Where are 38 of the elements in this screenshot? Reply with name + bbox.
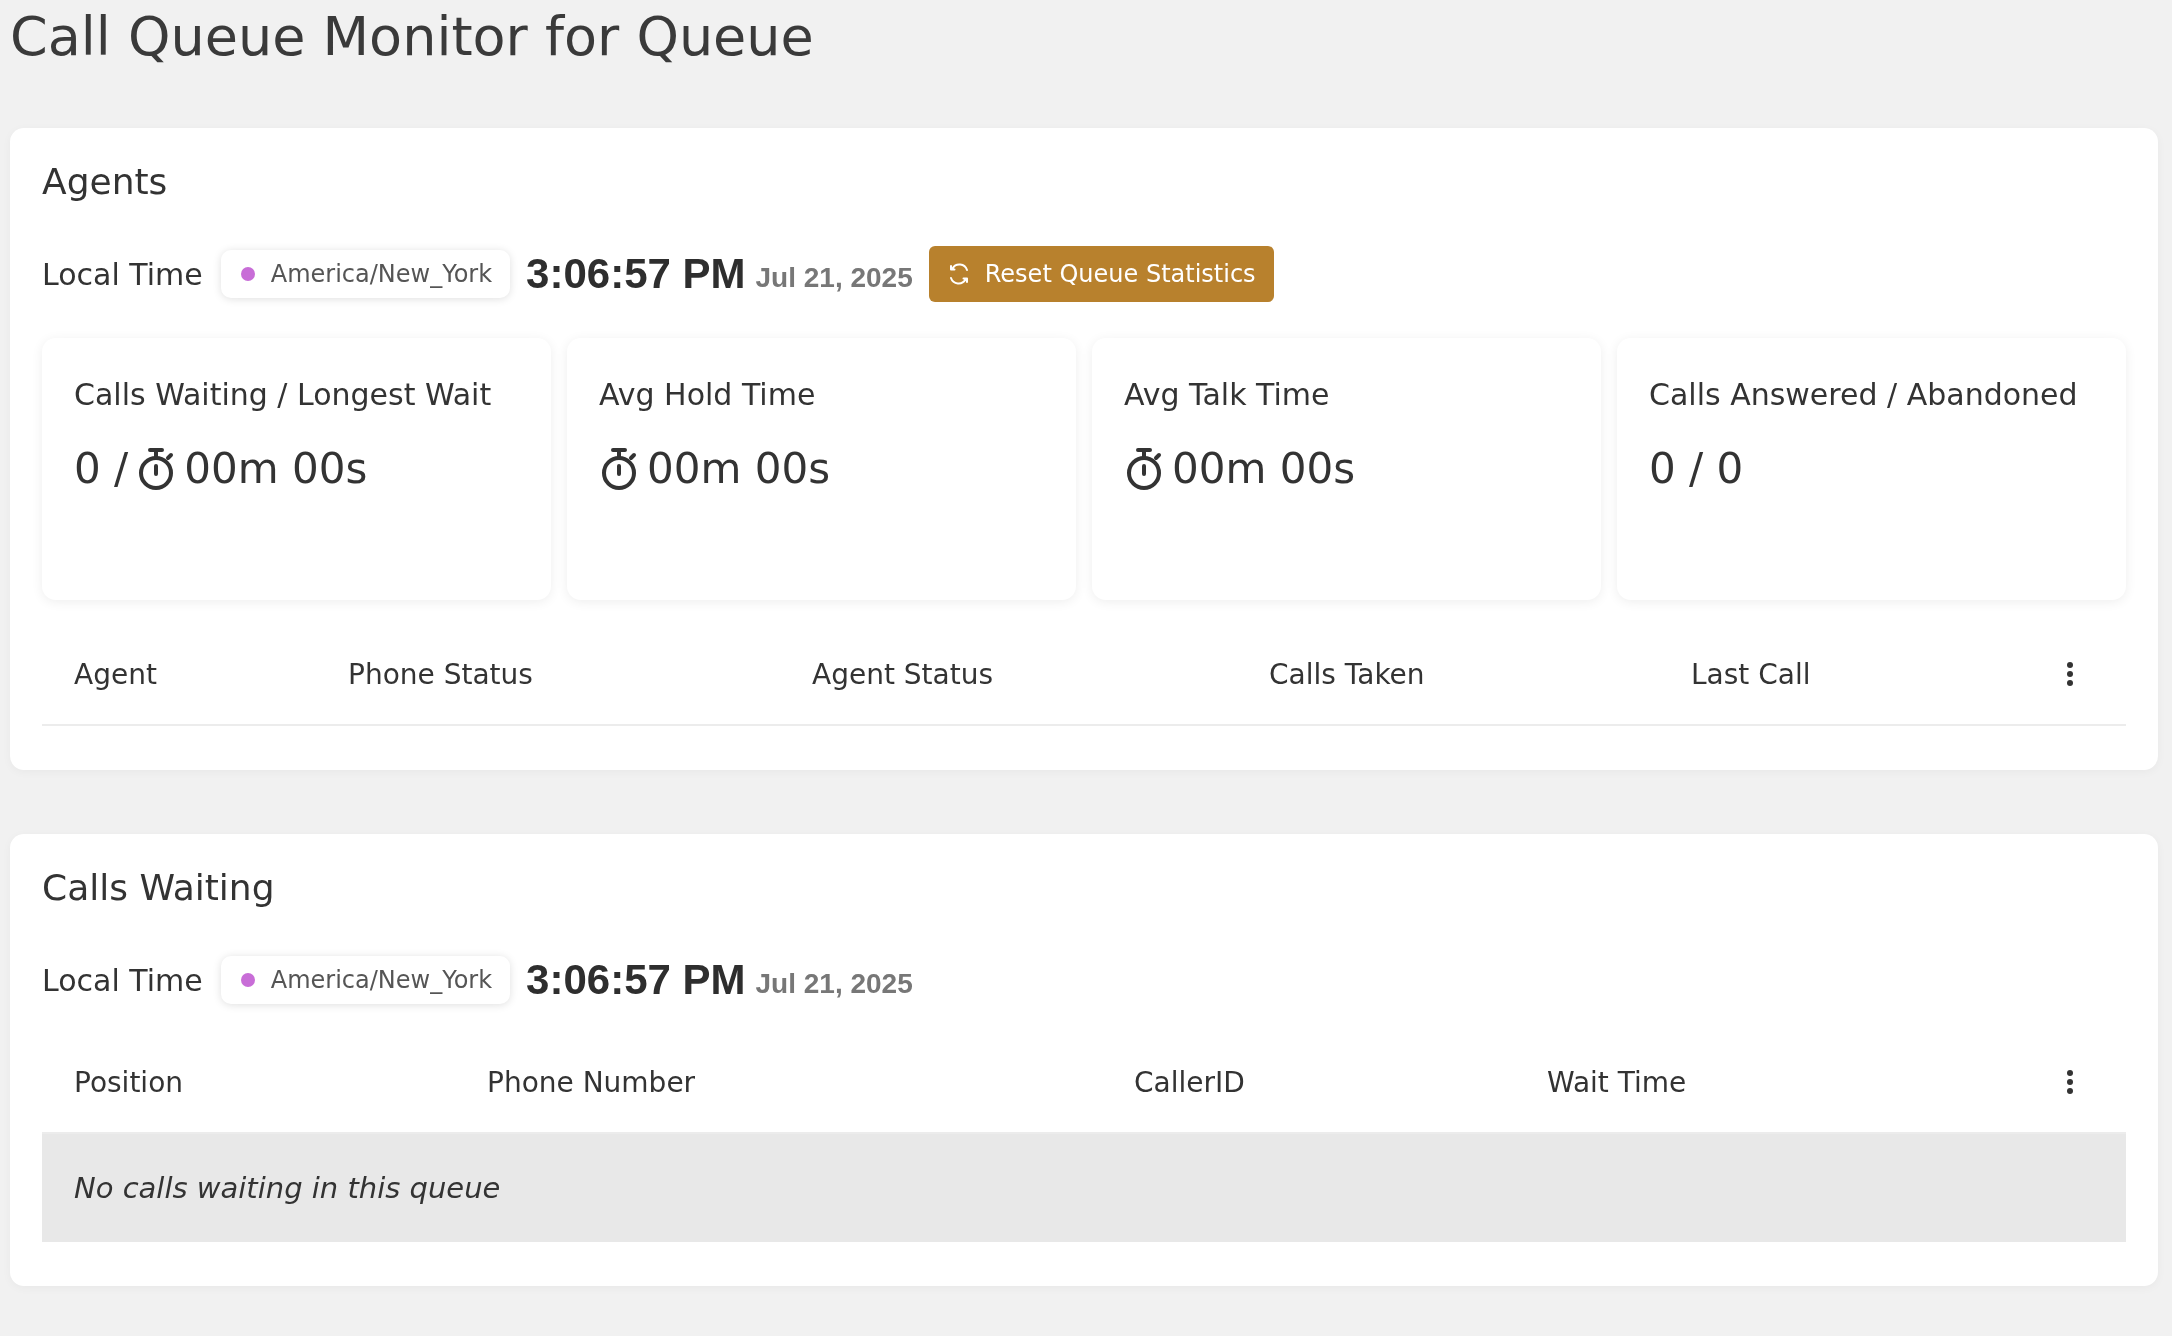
column-header[interactable]: Phone Number bbox=[487, 1065, 1134, 1099]
stat-duration: 00m 00s bbox=[1172, 444, 1356, 493]
timezone-chip[interactable]: America/New_York bbox=[220, 956, 511, 1004]
page-title: Call Queue Monitor for Queue bbox=[10, 4, 815, 70]
timezone-dot-icon bbox=[240, 267, 255, 281]
local-time-label: Local Time bbox=[42, 962, 203, 998]
clock-date: Jul 21, 2025 bbox=[755, 262, 913, 294]
clock-time: 3:06:57 PM bbox=[526, 956, 746, 1004]
stat-title: Calls Waiting / Longest Wait bbox=[74, 376, 493, 414]
clock-date: Jul 21, 2025 bbox=[755, 968, 913, 1000]
more-options-icon[interactable] bbox=[2066, 1069, 2074, 1095]
section-title: Agents bbox=[42, 160, 169, 204]
stopwatch-icon bbox=[599, 446, 639, 491]
column-header[interactable]: CallerID bbox=[1134, 1065, 1547, 1099]
empty-message: No calls waiting in this queue bbox=[74, 1171, 501, 1205]
stat-value: 0 / bbox=[74, 444, 129, 493]
timezone-text: America/New_York bbox=[270, 260, 493, 288]
more-options-icon[interactable] bbox=[2066, 661, 2074, 687]
section-title: Calls Waiting bbox=[42, 866, 276, 910]
stat-duration: 00m 00s bbox=[647, 444, 831, 493]
timezone-dot-icon bbox=[240, 973, 255, 987]
timezone-chip[interactable]: America/New_York bbox=[220, 250, 511, 298]
column-header[interactable]: Phone Status bbox=[348, 657, 812, 691]
stat-title: Avg Hold Time bbox=[599, 376, 817, 414]
timezone-text: America/New_York bbox=[270, 966, 493, 994]
local-time-label: Local Time bbox=[42, 256, 203, 292]
stat-title: Avg Talk Time bbox=[1124, 376, 1331, 414]
column-header[interactable]: Calls Taken bbox=[1269, 657, 1691, 691]
column-header[interactable]: Agent bbox=[74, 657, 348, 691]
clock-time: 3:06:57 PM bbox=[526, 250, 746, 298]
stat-title: Calls Answered / Abandoned bbox=[1649, 376, 2079, 414]
column-header[interactable]: Wait Time bbox=[1547, 1065, 2066, 1099]
stat-duration: 00m 00s bbox=[184, 444, 368, 493]
column-header[interactable]: Position bbox=[74, 1065, 487, 1099]
column-header[interactable]: Last Call bbox=[1691, 657, 2066, 691]
stat-value: 0 / 0 bbox=[1649, 444, 1744, 493]
column-header[interactable]: Agent Status bbox=[812, 657, 1269, 691]
stopwatch-icon bbox=[1124, 446, 1164, 491]
